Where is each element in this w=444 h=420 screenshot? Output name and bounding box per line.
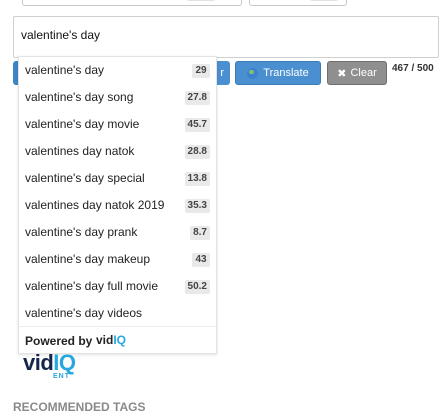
powered-by-text: Powered by <box>25 334 93 348</box>
partial-button-label: r <box>220 67 224 79</box>
suggestion-label: valentine's day song <box>25 90 134 104</box>
suggestion-score-badge: 27.8 <box>184 91 210 105</box>
vidiq-logo: vidIQ ENT <box>23 350 87 382</box>
suggestion-score-badge: 8.7 <box>190 226 210 240</box>
suggestion-dropdown: valentine's day 29 valentine's day song 27… <box>18 56 217 354</box>
suggestion-score-badge: 29 <box>192 64 210 78</box>
suggestion-item[interactable]: valentine's day 29 <box>19 57 216 84</box>
logo-sub: ENT <box>53 373 70 380</box>
suggestion-label: valentine's day prank <box>25 225 138 239</box>
clear-button-label: Clear <box>350 67 377 79</box>
tag-input-text: valentine's day <box>21 28 101 42</box>
select-chip <box>310 0 338 1</box>
powered-by-brand: vidIQ <box>96 333 126 347</box>
tag-input-box[interactable]: valentine's day <box>13 16 439 58</box>
suggestion-label: valentines day natok 2019 <box>25 198 165 212</box>
suggestion-item[interactable]: valentines day natok 2019 35.3 <box>19 192 216 219</box>
translate-button[interactable]: Translate <box>235 61 321 85</box>
suggestion-score-badge: 50.2 <box>184 280 210 294</box>
brand-part-b: IQ <box>113 333 127 347</box>
suggestion-item[interactable]: valentine's day prank 8.7 <box>19 219 216 246</box>
suggestion-score-badge: 28.8 <box>184 145 210 159</box>
logo-part-b: IQ <box>53 350 76 375</box>
suggestion-label: valentine's day makeup <box>25 252 151 266</box>
suggestion-score-badge: 13.8 <box>184 172 210 186</box>
suggestion-label: valentine's day full movie <box>25 279 159 293</box>
suggestion-label: valentine's day special <box>25 171 145 185</box>
suggestion-label: valentine's day videos <box>25 306 143 320</box>
suggestion-score-badge: 35.3 <box>184 199 210 213</box>
suggestion-label: valentine's day movie <box>25 117 140 131</box>
suggestion-label: valentine's day <box>25 63 105 77</box>
language-select[interactable] <box>22 0 242 6</box>
suggestion-item[interactable]: valentine's day special 13.8 <box>19 165 216 192</box>
suggestion-item[interactable]: valentine's day song 27.8 <box>19 84 216 111</box>
clear-button[interactable]: ✖ Clear <box>327 61 387 85</box>
translate-button-label: Translate <box>263 67 309 79</box>
suggestion-item[interactable]: valentine's day full movie 50.2 <box>19 273 216 300</box>
suggestion-item[interactable]: valentines day natok 28.8 <box>19 138 216 165</box>
suggestion-score-badge: 43 <box>192 253 210 267</box>
close-icon: ✖ <box>337 67 347 80</box>
recommended-tags-heading: RECOMMENDED TAGS <box>13 400 146 414</box>
secondary-select[interactable] <box>249 0 347 6</box>
suggestion-score-badge: 45.7 <box>184 118 210 132</box>
suggestion-item[interactable]: valentine's day movie 45.7 <box>19 111 216 138</box>
suggestion-item[interactable]: valentine's day videos <box>19 300 216 327</box>
tag-char-counter: 467 / 500 <box>392 63 434 74</box>
suggestion-item[interactable]: valentine's day makeup 43 <box>19 246 216 273</box>
brand-part-a: vid <box>96 333 114 347</box>
logo-part-a: vid <box>23 350 54 375</box>
select-chip <box>187 0 215 1</box>
suggestion-label: valentines day natok <box>25 144 135 158</box>
globe-icon <box>247 67 259 79</box>
